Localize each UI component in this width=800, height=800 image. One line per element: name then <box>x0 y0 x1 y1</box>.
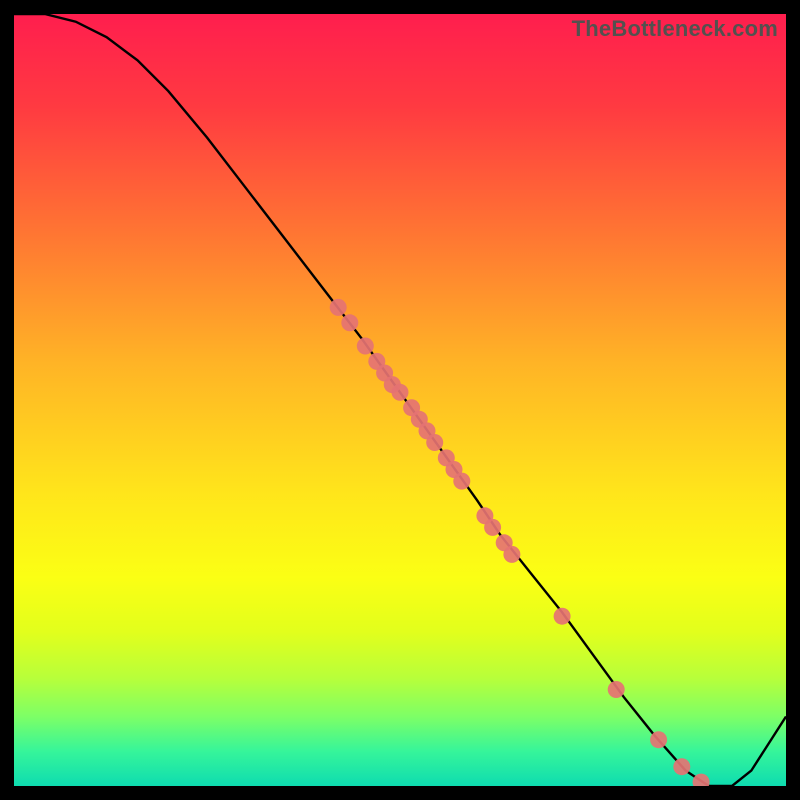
data-marker <box>608 681 625 698</box>
data-marker <box>673 758 690 775</box>
data-marker <box>503 546 520 563</box>
data-marker <box>484 519 501 536</box>
data-marker <box>357 338 374 355</box>
data-marker <box>330 299 347 316</box>
marker-group <box>330 299 710 786</box>
data-marker <box>426 434 443 451</box>
data-marker <box>453 473 470 490</box>
chart-container: TheBottleneck.com <box>0 0 800 800</box>
data-marker <box>341 314 358 331</box>
data-marker <box>693 774 710 786</box>
data-marker <box>392 384 409 401</box>
plot-area: TheBottleneck.com <box>14 14 786 786</box>
data-marker <box>650 731 667 748</box>
chart-overlay <box>14 14 786 786</box>
data-marker <box>554 608 571 625</box>
